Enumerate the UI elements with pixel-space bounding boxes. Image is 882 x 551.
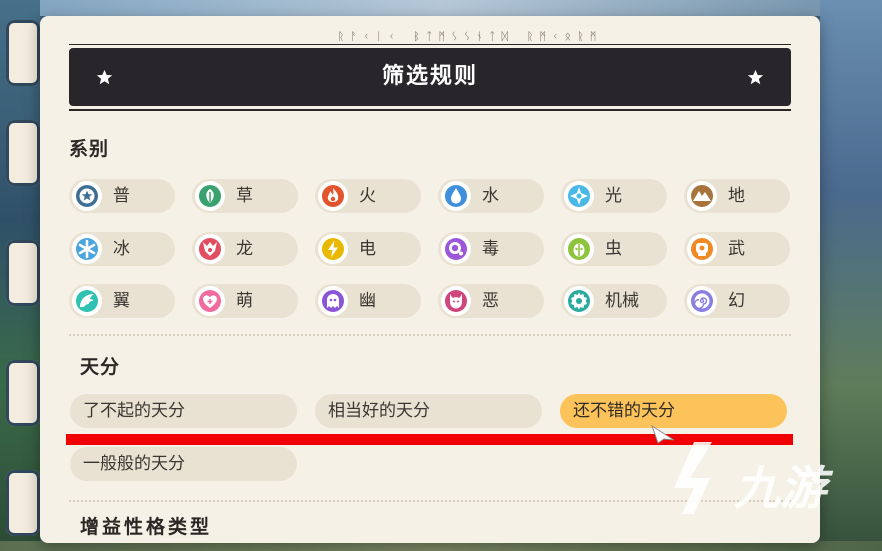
type-filter-sun[interactable]: 光 — [561, 179, 667, 213]
personality-section-title: 增益性格类型 — [80, 516, 213, 538]
type-filter-label: 幻 — [728, 291, 745, 311]
type-filter-wing[interactable]: 翼 — [69, 284, 175, 318]
rune-decoration: ᚱᚨᚲᛁᚲ ᛒᛏᛗᛊᛊᚾᛏᛞ ᚱᛗᚲᛟᚱᛗ — [337, 30, 603, 43]
type-filter-label: 恶 — [482, 291, 499, 311]
header-bottom-line — [69, 109, 791, 111]
type-filter-poison-bubble[interactable]: 毒 — [438, 232, 544, 266]
type-filter-label: 火 — [359, 186, 376, 206]
lightning-icon — [318, 234, 348, 264]
bug-icon — [564, 234, 594, 264]
types-section-title: 系别 — [69, 138, 110, 160]
wing-icon — [72, 286, 102, 316]
type-filter-label: 虫 — [605, 239, 622, 259]
background-pet-card — [6, 120, 40, 186]
background-pet-card — [6, 360, 40, 426]
type-filter-label: 机械 — [605, 291, 639, 311]
mountain-icon — [687, 181, 717, 211]
type-filter-dragon[interactable]: 龙 — [192, 232, 298, 266]
star-icon — [747, 69, 764, 85]
snowflake-icon — [72, 234, 102, 264]
background-pet-card — [6, 470, 40, 536]
watermark-logo-icon — [674, 442, 712, 514]
background-top-strip — [0, 0, 882, 16]
type-filter-label: 幽 — [359, 291, 376, 311]
type-filter-leaf[interactable]: 草 — [192, 179, 298, 213]
leaf-icon — [195, 181, 225, 211]
type-filter-gear[interactable]: 机械 — [561, 284, 667, 318]
poison-bubble-icon — [441, 234, 471, 264]
type-filter-fist[interactable]: 武 — [684, 232, 790, 266]
type-filter-label: 地 — [728, 186, 745, 206]
type-filter-flame[interactable]: 火 — [315, 179, 421, 213]
watermark-text: 九游 — [734, 461, 826, 515]
gear-icon — [564, 286, 594, 316]
dialog-header: 筛选规则 — [69, 48, 791, 106]
background-creature — [820, 0, 882, 551]
talent-option-amazing[interactable]: 了不起的天分 — [70, 394, 297, 428]
type-filter-ghost[interactable]: 幽 — [315, 284, 421, 318]
talent-option-average[interactable]: 一般般的天分 — [70, 447, 297, 481]
type-filter-label: 毒 — [482, 239, 499, 259]
type-filter-label: 普 — [113, 186, 130, 206]
type-filter-label: 武 — [728, 239, 745, 259]
type-filter-heart[interactable]: 萌 — [192, 284, 298, 318]
type-filter-label: 光 — [605, 186, 622, 206]
star-badge-icon — [72, 181, 102, 211]
type-filter-label: 水 — [482, 186, 499, 206]
heart-icon — [195, 286, 225, 316]
type-filter-label: 电 — [359, 239, 376, 259]
sun-icon — [564, 181, 594, 211]
type-filter-lightning[interactable]: 电 — [315, 232, 421, 266]
header-top-line — [69, 44, 791, 45]
type-filter-star-badge[interactable]: 普 — [69, 179, 175, 213]
type-filter-snowflake[interactable]: 冰 — [69, 232, 175, 266]
type-filter-label: 翼 — [113, 291, 130, 311]
dialog-title: 筛选规则 — [381, 64, 478, 89]
type-filter-mountain[interactable]: 地 — [684, 179, 790, 213]
type-filter-spiral[interactable]: 幻 — [684, 284, 790, 318]
type-filter-label: 冰 — [113, 239, 130, 259]
type-filter-label: 龙 — [236, 239, 253, 259]
dragon-icon — [195, 234, 225, 264]
background-left-strip — [0, 0, 40, 551]
background-pet-card — [6, 240, 40, 306]
spiral-icon — [687, 286, 717, 316]
flame-icon — [318, 181, 348, 211]
demon-icon — [441, 286, 471, 316]
type-filter-water-drop[interactable]: 水 — [438, 179, 544, 213]
ghost-icon — [318, 286, 348, 316]
type-filter-bug[interactable]: 虫 — [561, 232, 667, 266]
type-filter-demon[interactable]: 恶 — [438, 284, 544, 318]
type-filter-label: 萌 — [236, 291, 253, 311]
talent-section-title: 天分 — [80, 356, 121, 378]
water-drop-icon — [441, 181, 471, 211]
fist-icon — [687, 234, 717, 264]
section-divider — [69, 334, 791, 336]
talent-option-quite-good[interactable]: 相当好的天分 — [315, 394, 542, 428]
background-pet-card — [6, 20, 40, 86]
type-filter-label: 草 — [236, 186, 253, 206]
